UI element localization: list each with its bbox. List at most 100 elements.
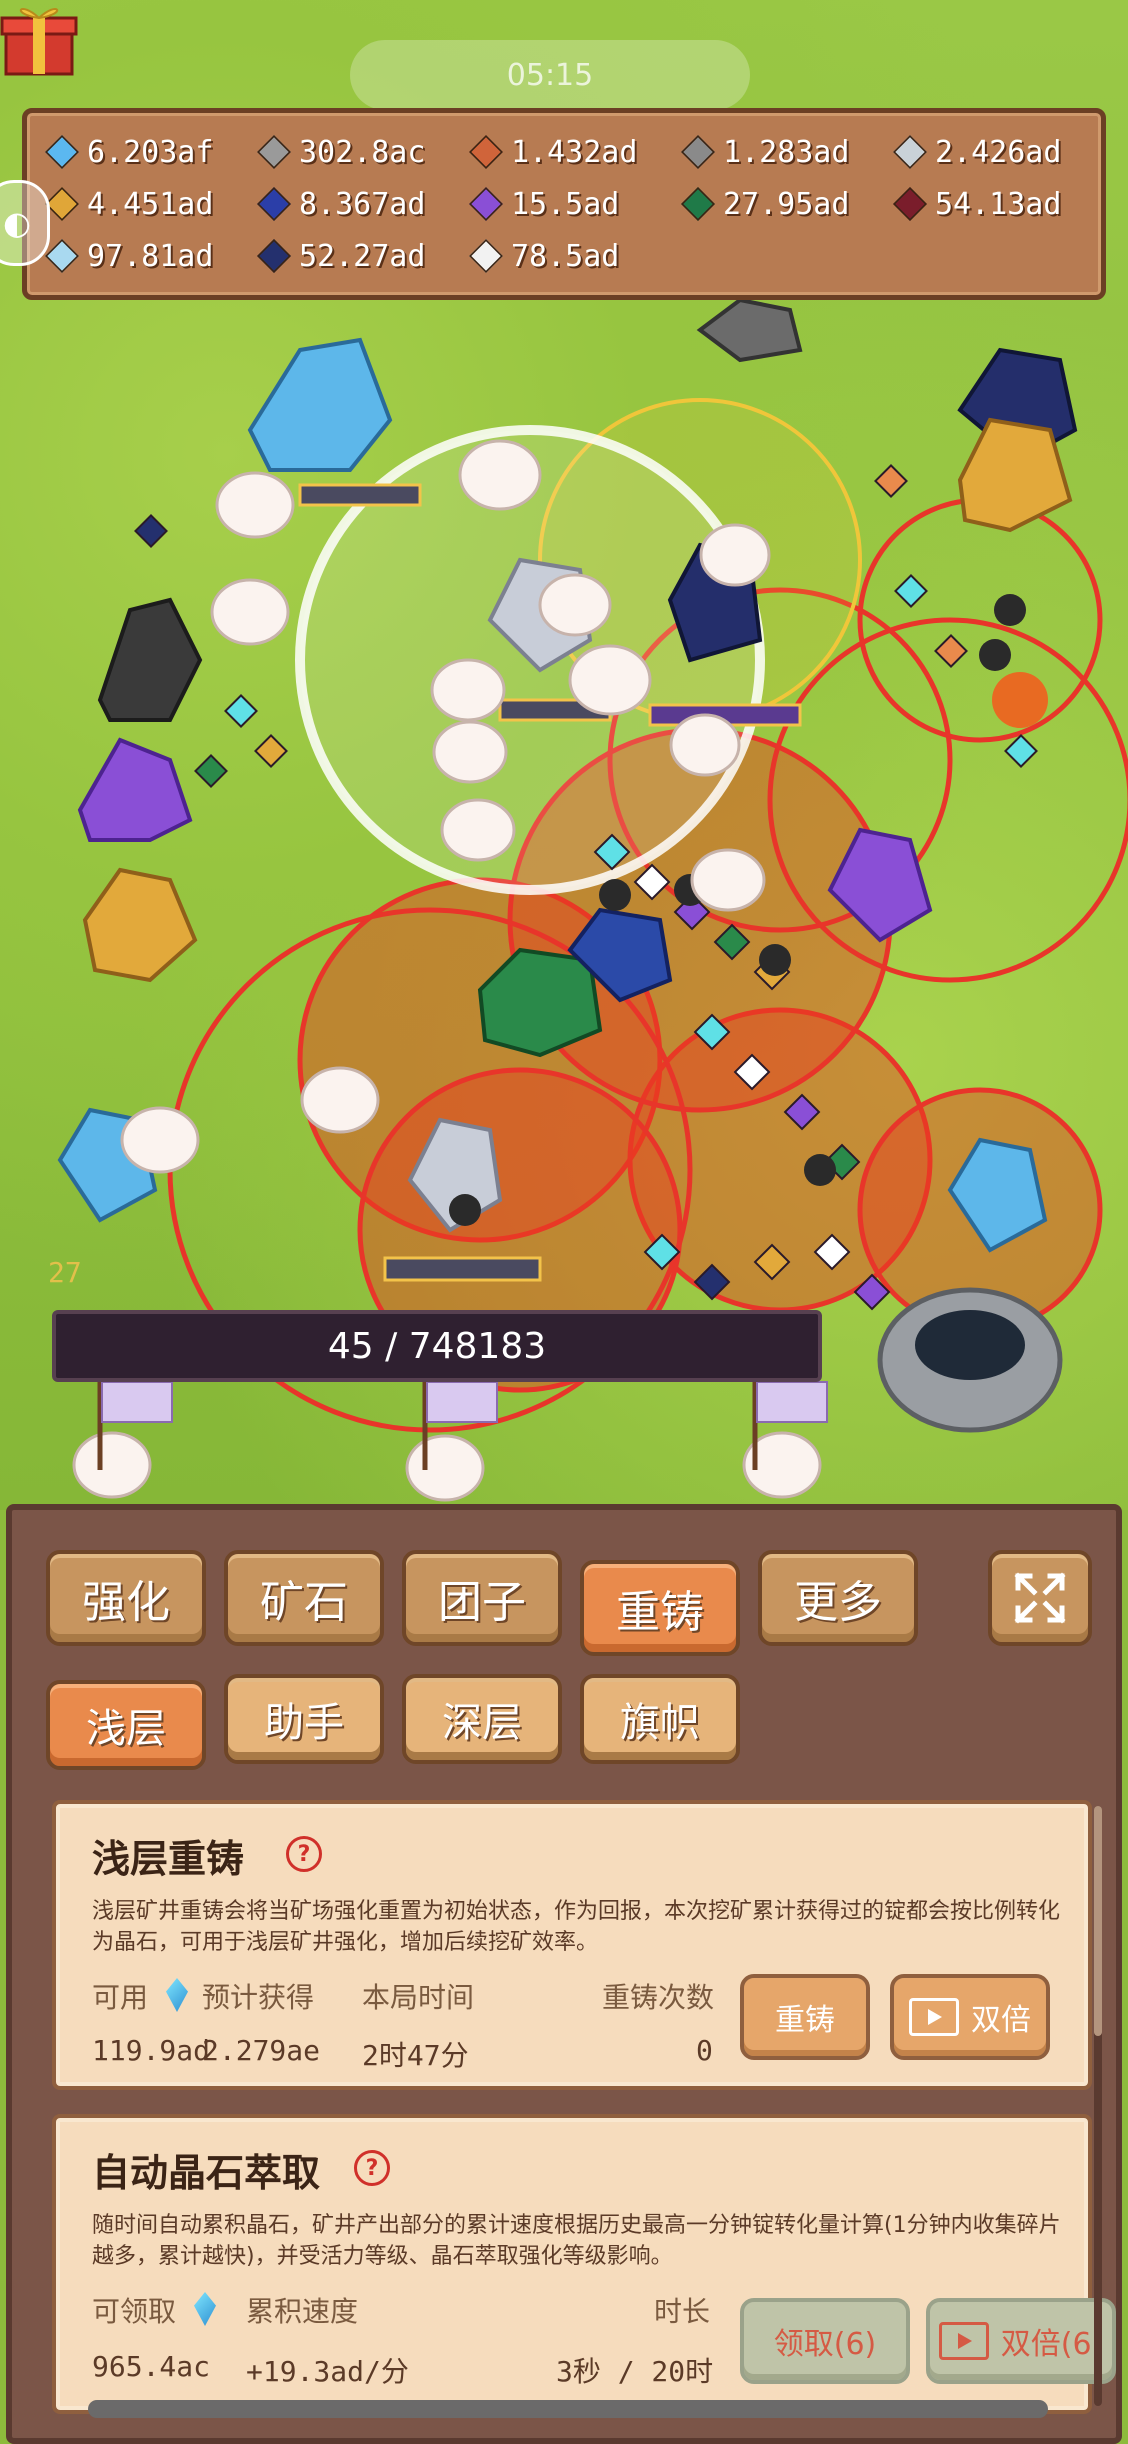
resource-item: 1.432ad [469,129,683,175]
game-field[interactable]: 05:15 6.203af 302.8ac 1.432ad 1.283ad 2.426a… [0,0,1128,1510]
card-title: 自动晶石萃取 [92,2151,321,2195]
tab-upgrade[interactable]: 强化 [46,1550,206,1646]
claim-button-label: 领取(6) [773,2327,877,2362]
video-ad-icon [909,1998,959,2036]
resource-item: 52.27ad [257,233,471,279]
resource-value: 52.27ad [299,238,426,274]
help-icon[interactable]: ? [286,1836,322,1872]
blue-crystal-icon [45,135,79,169]
mine-progress-text: 45 / 748183 [327,1325,547,1367]
resource-value: 97.81ad [87,238,214,274]
gift-count: 27 [48,1256,82,1289]
tab-reforge-label: 重铸 [616,1587,704,1638]
resource-item: 2.426ad [893,129,1107,175]
iron-ingot-icon [681,135,715,169]
available-label: 可用 [92,1981,149,2014]
round-time-value: 2时47分 [362,2039,469,2072]
control-panel: 强化 矿石 团子 重铸 更多 浅层 助手 深层 旗帜 浅层重铸 ? 浅层矿井重铸… [6,1504,1122,2444]
resource-item: 27.95ad [681,181,895,227]
duration-value: 3秒 / 20时 [556,2355,714,2388]
resource-value: 54.13ad [935,186,1062,222]
resource-value: 6.203af [87,134,214,170]
white-ingot-icon [469,239,503,273]
claimable-label: 可领取 [92,2295,177,2328]
crystal-icon [166,1978,188,2012]
status-bar: 05:15 [350,40,750,110]
subtab-flags-label: 旗帜 [620,1700,700,1746]
tab-ore[interactable]: 矿石 [224,1550,384,1646]
reforge-button[interactable]: 重铸 [740,1974,870,2060]
resource-panel: 6.203af 302.8ac 1.432ad 1.283ad 2.426ad 4.451… [22,108,1106,300]
drawer-icon: ◐ [3,204,31,242]
resource-grid: 6.203af 302.8ac 1.432ad 1.283ad 2.426ad 4.451… [45,129,1081,279]
reforge-button-label: 重铸 [775,2003,835,2038]
reforge-double-button[interactable]: 双倍 [890,1974,1050,2060]
reforge-double-label: 双倍 [971,2003,1031,2038]
crystal-icon [194,2292,216,2326]
side-drawer-handle[interactable]: ◐ [0,180,50,266]
clock-text: 05:15 [506,57,594,93]
resource-value: 27.95ad [723,186,850,222]
tab-more[interactable]: 更多 [758,1550,918,1646]
rate-label: 累积速度 [246,2295,359,2328]
resource-item: 78.5ad [469,233,683,279]
video-ad-icon [938,2322,989,2360]
gray-ingot-icon [257,135,291,169]
resource-value: 78.5ad [511,238,620,274]
resource-value: 8.367ad [299,186,426,222]
mine-progress-bar: 45 / 748183 [52,1310,822,1382]
resource-item: 54.13ad [893,181,1107,227]
lapis-ingot-icon [257,239,291,273]
resource-value: 1.432ad [511,134,638,170]
round-time-label: 本局时间 [362,1981,475,2014]
resource-item: 302.8ac [257,129,471,175]
tab-reforge[interactable]: 重铸 [580,1560,740,1656]
tab-dumplings-label: 团子 [438,1577,526,1628]
subtab-shallow[interactable]: 浅层 [46,1680,206,1770]
resource-item: 97.81ad [45,233,259,279]
copper-ingot-icon [469,135,503,169]
ruby-ingot-icon [893,187,927,221]
reforge-count-label: 重铸次数 [602,1981,715,2014]
subtab-helper-label: 助手 [264,1700,344,1746]
amethyst-ingot-icon [469,187,503,221]
claim-double-button[interactable]: 双倍(6) [926,2298,1116,2384]
help-icon[interactable]: ? [354,2150,390,2186]
card-description: 随时间自动累积晶石，矿井产出部分的累计速度根据历史最高一分钟锭转化量计算(1分钟… [92,2213,1061,2269]
diamond-ingot-icon [45,239,79,273]
subtab-shallow-label: 浅层 [86,1706,166,1752]
resource-value: 15.5ad [511,186,620,222]
shallow-reforge-card: 浅层重铸 ? 浅层矿井重铸会将当矿场强化重置为初始状态，作为回报，本次挖矿累计获… [52,1800,1092,2090]
sapphire-ingot-icon [257,187,291,221]
tab-ore-label: 矿石 [260,1577,348,1628]
subtab-deep[interactable]: 深层 [402,1674,562,1764]
resource-value: 2.426ad [935,134,1062,170]
resource-value: 4.451ad [87,186,214,222]
bottom-scroll-bar[interactable] [88,2400,1048,2418]
claim-double-label: 双倍(6) [1000,2327,1104,2362]
expand-icon [1014,1572,1066,1624]
subtab-helper[interactable]: 助手 [224,1674,384,1764]
tab-upgrade-label: 强化 [82,1577,170,1628]
resource-item: 4.451ad [45,181,259,227]
card-title: 浅层重铸 [92,1837,245,1881]
subtab-flags[interactable]: 旗帜 [580,1674,740,1764]
silver-ingot-icon [893,135,927,169]
card-description: 浅层矿井重铸会将当矿场强化重置为初始状态，作为回报，本次挖矿累计获得过的锭都会按… [92,1899,1061,1955]
tab-more-label: 更多 [794,1577,882,1628]
tab-dumplings[interactable]: 团子 [402,1550,562,1646]
fullscreen-button[interactable] [988,1550,1092,1646]
scrollbar-thumb[interactable] [1094,1806,1102,2036]
auto-extract-card: 自动晶石萃取 ? 随时间自动累积晶石，矿井产出部分的累计速度根据历史最高一分钟锭… [52,2114,1116,2414]
resource-item: 8.367ad [257,181,471,227]
emerald-ingot-icon [681,187,715,221]
gold-ingot-icon [45,187,79,221]
resource-item: 1.283ad [681,129,895,175]
expected-value: 2.279ae [202,2034,321,2067]
resource-value: 1.283ad [723,134,850,170]
claim-button[interactable]: 领取(6) [740,2298,910,2384]
gift-box-icon[interactable] [0,0,78,78]
resource-item: 15.5ad [469,181,683,227]
expected-label: 预计获得 [202,1981,315,2014]
reforge-count-value: 0 [696,2034,713,2067]
